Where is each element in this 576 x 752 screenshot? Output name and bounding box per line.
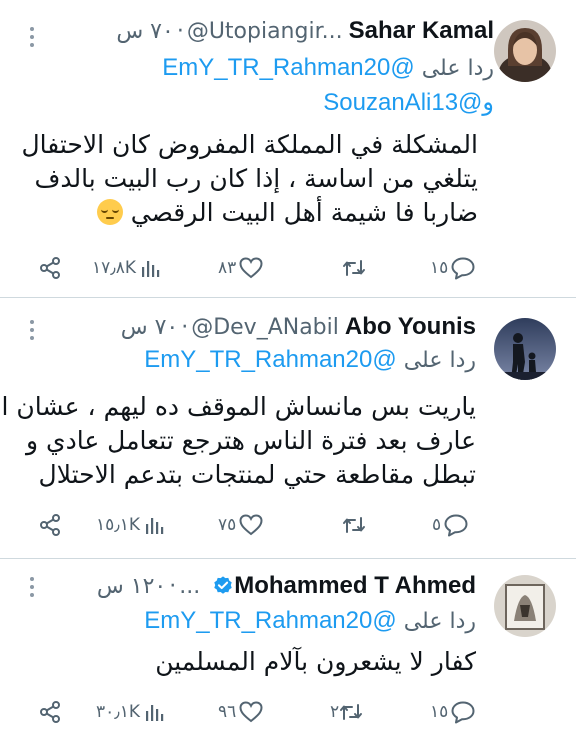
more-options-button[interactable] bbox=[25, 27, 39, 47]
views-button[interactable]: ١٧٫٨K bbox=[92, 253, 162, 283]
reply-prefix: ردا على bbox=[403, 348, 476, 373]
separator-dot: · bbox=[176, 18, 184, 44]
mention-link[interactable]: @EmY_TR_Rahman20 bbox=[144, 346, 396, 373]
views-count: ١٧٫٨K bbox=[92, 258, 137, 278]
retweet-icon bbox=[340, 704, 363, 720]
tweet-header: Sahar Kamal @Utopiangir... · ٧٠ س bbox=[116, 16, 494, 46]
retweet-button[interactable]: ٢ bbox=[330, 697, 363, 727]
user-handle[interactable]: ... bbox=[179, 574, 200, 599]
bar-chart-icon bbox=[146, 518, 164, 534]
pensive-face-emoji bbox=[96, 199, 123, 225]
separator-dot: · bbox=[181, 314, 189, 340]
avatar[interactable] bbox=[494, 20, 556, 82]
tweet-text-line: يتلغي من اساسة ، إذا كان رب البيت بالدف bbox=[34, 164, 478, 193]
speech-bubble-icon bbox=[451, 257, 475, 280]
reply-button[interactable]: ١٥ bbox=[430, 253, 476, 283]
more-options-button[interactable] bbox=[25, 320, 39, 340]
like-count: ٩٦ bbox=[218, 702, 237, 722]
timestamp[interactable]: ٧٠ س bbox=[116, 19, 174, 44]
tweet-text-line: ضاربا فا شيمة أهل البيت الرقصي bbox=[21, 196, 478, 230]
views-count: ٣٠٫١K bbox=[96, 702, 141, 722]
speech-bubble-icon bbox=[451, 701, 475, 724]
tweet-card[interactable]: Abo Younis @Dev_ANabil · ٧٠ س ردا على @E… bbox=[0, 298, 576, 558]
tweet-text-line: ياريت بس مانساش الموقف ده ليهم ، عشان ان… bbox=[0, 392, 476, 421]
views-button[interactable]: ٣٠٫١K bbox=[96, 697, 166, 727]
tweet-text-line: كفار لا يشعرون بآلام المسلمين bbox=[155, 647, 476, 676]
verified-badge-icon bbox=[214, 576, 232, 594]
reply-count: ١٥ bbox=[430, 702, 449, 722]
avatar[interactable] bbox=[494, 575, 556, 637]
action-bar: ١٥٫١K ٧٥ ٥ bbox=[0, 510, 576, 540]
views-count: ١٥٫١K bbox=[96, 515, 141, 535]
tweet-text: كفار لا يشعرون بآلام المسلمين bbox=[155, 645, 476, 679]
speech-bubble-icon bbox=[444, 514, 468, 537]
bar-chart-icon bbox=[142, 261, 160, 277]
heart-icon bbox=[239, 514, 263, 536]
reply-context: ردا على @EmY_TR_Rahman20 bbox=[162, 52, 494, 85]
retweet-button[interactable] bbox=[342, 510, 366, 540]
timestamp[interactable]: ١٢٠ س bbox=[97, 574, 166, 599]
display-name[interactable]: Mohammed T Ahmed bbox=[234, 572, 476, 600]
reply-context: ردا على @EmY_TR_Rahman20 bbox=[144, 605, 476, 638]
separator-dot: · bbox=[169, 573, 177, 599]
like-button[interactable]: ٩٦ bbox=[218, 697, 264, 727]
reply-button[interactable]: ١٥ bbox=[430, 697, 476, 727]
reply-count: ١٥ bbox=[430, 258, 449, 278]
avatar[interactable] bbox=[494, 318, 556, 380]
heart-icon bbox=[239, 257, 263, 279]
share-button[interactable] bbox=[38, 697, 62, 727]
tweet-text-line: تبطل مقاطعة حتي لمنتجات بتدعم الاحتلال bbox=[38, 460, 476, 489]
mention-link[interactable]: @EmY_TR_Rahman20 bbox=[162, 54, 414, 81]
share-button[interactable] bbox=[38, 253, 62, 283]
action-bar: ٣٠٫١K ٩٦ ٢ ١٥ bbox=[0, 697, 576, 727]
user-handle[interactable]: @Dev_ANabil bbox=[191, 315, 339, 340]
share-icon bbox=[40, 514, 60, 536]
share-icon bbox=[40, 701, 60, 723]
reply-context: ردا على @EmY_TR_Rahman20 bbox=[144, 344, 476, 377]
more-options-button[interactable] bbox=[25, 577, 39, 597]
tweet-card[interactable]: Mohammed T Ahmed ... · ١٢٠ س ردا على @Em… bbox=[0, 559, 576, 752]
share-icon bbox=[40, 257, 60, 279]
like-button[interactable]: ٨٣ bbox=[218, 253, 264, 283]
tweet-text: المشكلة في المملكة المفروض كان الاحتفال … bbox=[21, 128, 478, 230]
like-button[interactable]: ٧٥ bbox=[218, 510, 264, 540]
mention-link[interactable]: @EmY_TR_Rahman20 bbox=[144, 607, 396, 634]
mention-link[interactable]: و@SouzanAli13 bbox=[323, 89, 494, 116]
reply-prefix: ردا على bbox=[421, 56, 494, 81]
retweet-icon bbox=[343, 260, 365, 276]
reply-button[interactable]: ٥ bbox=[432, 510, 469, 540]
retweet-count: ٢ bbox=[330, 702, 340, 722]
tweet-text-line: المشكلة في المملكة المفروض كان الاحتفال bbox=[21, 130, 478, 159]
timestamp[interactable]: ٧٠ س bbox=[121, 315, 179, 340]
tweet-text: ياريت بس مانساش الموقف ده ليهم ، عشان ان… bbox=[0, 390, 476, 492]
retweet-icon bbox=[343, 517, 365, 533]
share-button[interactable] bbox=[38, 510, 62, 540]
action-bar: ١٧٫٨K ٨٣ ١٥ bbox=[0, 253, 576, 283]
tweet-header: Mohammed T Ahmed ... · ١٢٠ س bbox=[97, 571, 476, 601]
user-handle[interactable]: @Utopiangir... bbox=[187, 19, 343, 44]
tweet-feed: Sahar Kamal @Utopiangir... · ٧٠ س ردا عل… bbox=[0, 0, 576, 752]
reply-prefix: ردا على bbox=[403, 609, 476, 634]
like-count: ٨٣ bbox=[218, 258, 237, 278]
tweet-text-fragment: ضاربا فا شيمة أهل البيت الرقصي bbox=[130, 198, 478, 227]
heart-icon bbox=[239, 701, 263, 723]
display-name[interactable]: Abo Younis bbox=[345, 313, 476, 341]
retweet-button[interactable] bbox=[342, 253, 366, 283]
bar-chart-icon bbox=[146, 705, 164, 721]
like-count: ٧٥ bbox=[218, 515, 237, 535]
tweet-card[interactable]: Sahar Kamal @Utopiangir... · ٧٠ س ردا عل… bbox=[0, 0, 576, 296]
views-button[interactable]: ١٥٫١K bbox=[96, 510, 166, 540]
display-name[interactable]: Sahar Kamal bbox=[349, 17, 494, 45]
tweet-header: Abo Younis @Dev_ANabil · ٧٠ س bbox=[121, 312, 476, 342]
reply-count: ٥ bbox=[432, 515, 442, 535]
tweet-text-line: عارف بعد فترة الناس هترجع تتعامل عادي و bbox=[25, 426, 476, 455]
reply-context-line-2: و@SouzanAli13 bbox=[323, 87, 494, 120]
